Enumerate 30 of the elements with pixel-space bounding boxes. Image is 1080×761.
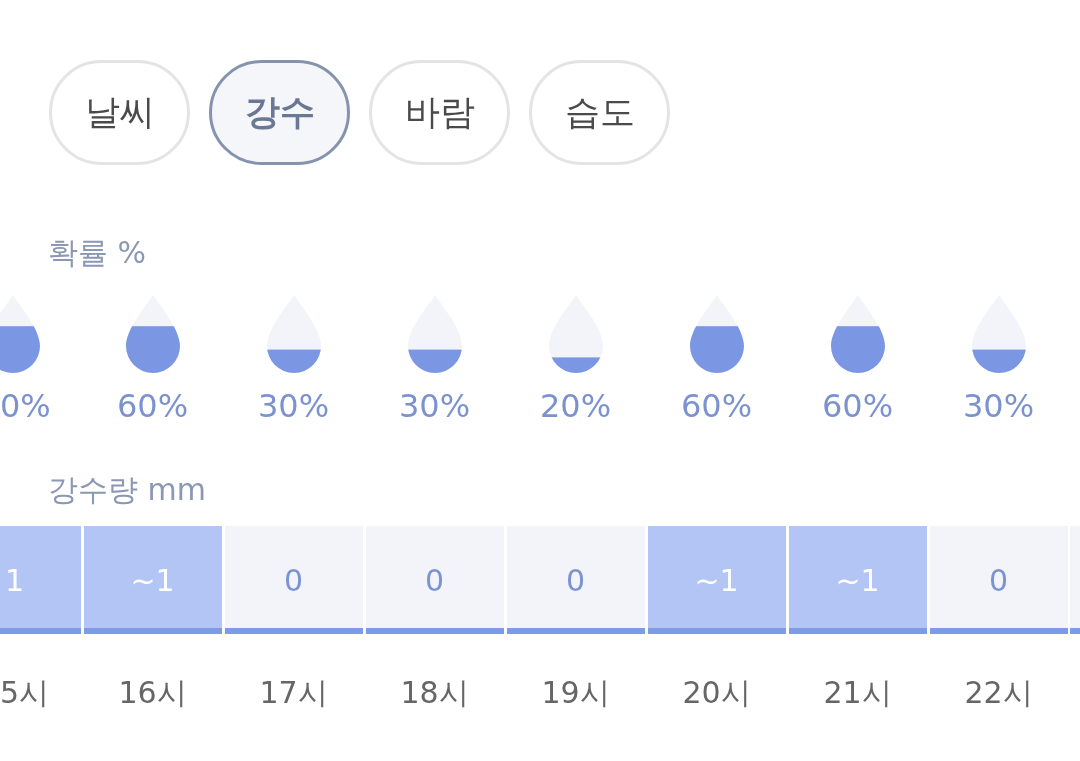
section-label: 확률 % (48, 235, 147, 271)
probability-text: 30% (962, 386, 1035, 426)
category-tab[interactable]: 날씨 (49, 60, 190, 165)
probability-text: 60% (680, 386, 753, 426)
amount-cell: ~1 (83, 526, 222, 634)
hour-label: 16시 (118, 674, 187, 712)
probability-text: 20% (539, 386, 612, 426)
hour-label: 22시 (964, 674, 1033, 712)
hour-label: 19시 (541, 674, 610, 712)
amount-cell: ~1 (647, 526, 786, 634)
hour-label: 5시 (0, 674, 50, 712)
probability-text: 60% (821, 386, 894, 426)
hour-label: 20시 (682, 674, 751, 712)
hour-label: 18시 (400, 674, 469, 712)
probability-text: 60% (116, 386, 189, 426)
amount-cell: 0 (224, 526, 363, 634)
category-tab[interactable]: 강수 (209, 60, 350, 165)
amount-cell: ~1 (788, 526, 927, 634)
amount-cell: 0 (365, 526, 504, 634)
category-tab[interactable]: 바람 (369, 60, 510, 165)
amount-cell: 1 (0, 526, 81, 634)
probability-text: 0% (0, 386, 51, 426)
category-tab[interactable]: 습도 (529, 60, 670, 165)
section-label: 강수량 mm (48, 472, 206, 508)
probability-text: 30% (398, 386, 471, 426)
hour-label: 17시 (259, 674, 328, 712)
amount-cell: 0 (506, 526, 645, 634)
probability-text: 30% (257, 386, 330, 426)
amount-cell: 0 (929, 526, 1068, 634)
hour-label: 21시 (823, 674, 892, 712)
